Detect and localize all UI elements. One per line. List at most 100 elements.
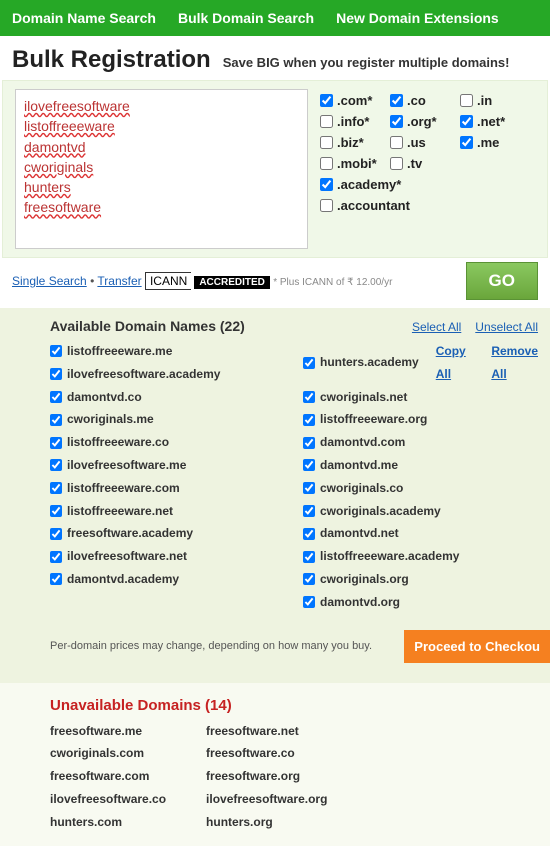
unavailable-domain: freesoftware.org (206, 765, 327, 788)
ext-com[interactable]: .com* (320, 93, 382, 108)
unavailable-domain: hunters.com (50, 811, 166, 834)
single-search-link[interactable]: Single Search (12, 274, 87, 288)
ext-checkbox[interactable] (320, 157, 333, 170)
nav-bulk-search[interactable]: Bulk Domain Search (178, 10, 314, 26)
domain-name: damontvd.net (320, 522, 399, 545)
ext-label: .accountant (337, 198, 410, 213)
domain-checkbox[interactable] (303, 573, 315, 585)
domain-checkbox[interactable] (303, 391, 315, 403)
ext-checkbox[interactable] (390, 157, 403, 170)
transfer-link[interactable]: Transfer (97, 274, 141, 288)
unavailable-domain: ilovefreesoftware.co (50, 788, 166, 811)
ext-label: .net* (477, 114, 505, 129)
ext-in[interactable]: .in (460, 93, 522, 108)
ext-checkbox[interactable] (460, 115, 473, 128)
input-domain-line: listoffreeeware (24, 116, 299, 136)
domain-name: ilovefreesoftware.me (67, 454, 186, 477)
ext-label: .org* (407, 114, 437, 129)
domain-name: ilovefreesoftware.net (67, 545, 187, 568)
domain-name: damontvd.co (67, 386, 142, 409)
domain-name: listoffreeeware.org (320, 408, 427, 431)
ext-checkbox[interactable] (320, 178, 333, 191)
domain-name: hunters.academy (320, 351, 419, 374)
domain-name: listoffreeeware.co (67, 431, 169, 454)
domain-checkbox[interactable] (303, 437, 315, 449)
available-domain: freesoftware.academy (50, 522, 285, 545)
ext-checkbox[interactable] (390, 94, 403, 107)
unavailable-domain: ilovefreesoftware.org (206, 788, 327, 811)
copy-all-link[interactable]: Copy All (436, 340, 468, 386)
ext-checkbox[interactable] (320, 199, 333, 212)
domain-checkbox[interactable] (50, 528, 62, 540)
available-domain: damontvd.me (303, 454, 538, 477)
domain-name: cworiginals.academy (320, 500, 441, 523)
domain-checkbox[interactable] (303, 414, 315, 426)
select-all-link[interactable]: Select All (412, 320, 461, 334)
go-button[interactable]: GO (466, 262, 538, 300)
domain-checkbox[interactable] (303, 505, 315, 517)
domain-checkbox[interactable] (303, 528, 315, 540)
available-domain: listoffreeeware.org (303, 408, 538, 431)
domain-checkbox[interactable] (303, 482, 315, 494)
domain-checkbox[interactable] (303, 551, 315, 563)
domains-textarea[interactable]: ilovefreesoftwarelistoffreeewaredamontvd… (15, 89, 308, 249)
domain-checkbox[interactable] (50, 437, 62, 449)
ext-checkbox[interactable] (320, 115, 333, 128)
form-footer: Single Search • Transfer ICANNACCREDITED… (0, 258, 550, 308)
domain-checkbox[interactable] (50, 414, 62, 426)
nav-new-extensions[interactable]: New Domain Extensions (336, 10, 499, 26)
available-domain: cworiginals.co (303, 477, 538, 500)
ext-me[interactable]: .me (460, 135, 522, 150)
domain-checkbox[interactable] (50, 551, 62, 563)
unavailable-domain: freesoftware.com (50, 765, 166, 788)
remove-all-link[interactable]: Remove All (491, 340, 538, 386)
domain-name: listoffreeeware.academy (320, 545, 459, 568)
ext-checkbox[interactable] (320, 94, 333, 107)
icann-badge-left: ICANN (145, 272, 191, 290)
domain-checkbox[interactable] (50, 391, 62, 403)
ext-accountant[interactable]: .accountant (320, 198, 520, 213)
domain-checkbox[interactable] (303, 357, 315, 369)
ext-co[interactable]: .co (390, 93, 452, 108)
ext-label: .mobi* (337, 156, 377, 171)
unavailable-domain: freesoftware.net (206, 720, 327, 743)
domain-checkbox[interactable] (303, 459, 315, 471)
ext-label: .com* (337, 93, 372, 108)
ext-checkbox[interactable] (390, 136, 403, 149)
page-title: Bulk Registration (12, 46, 211, 74)
ext-biz[interactable]: .biz* (320, 135, 382, 150)
domain-name: cworiginals.net (320, 386, 407, 409)
nav-domain-search[interactable]: Domain Name Search (12, 10, 156, 26)
available-domain: cworiginals.net (303, 386, 538, 409)
ext-label: .us (407, 135, 426, 150)
unavailable-title: Unavailable Domains (14) (50, 691, 538, 720)
available-domain: ilovefreesoftware.me (50, 454, 285, 477)
ext-academy[interactable]: .academy* (320, 177, 520, 192)
unselect-all-link[interactable]: Unselect All (475, 320, 538, 334)
ext-org[interactable]: .org* (390, 114, 452, 129)
ext-us[interactable]: .us (390, 135, 452, 150)
ext-mobi[interactable]: .mobi* (320, 156, 382, 171)
domain-checkbox[interactable] (50, 368, 62, 380)
domain-checkbox[interactable] (50, 459, 62, 471)
domain-checkbox[interactable] (50, 482, 62, 494)
ext-net[interactable]: .net* (460, 114, 522, 129)
available-domain: cworiginals.org (303, 568, 538, 591)
unavailable-domain: freesoftware.me (50, 720, 166, 743)
ext-label: .co (407, 93, 426, 108)
domain-name: damontvd.me (320, 454, 398, 477)
checkout-button[interactable]: Proceed to Checkou (404, 630, 550, 663)
ext-info[interactable]: .info* (320, 114, 382, 129)
input-domain-line: ilovefreesoftware (24, 96, 299, 116)
ext-checkbox[interactable] (460, 136, 473, 149)
bulk-form: ilovefreesoftwarelistoffreeewaredamontvd… (2, 80, 548, 258)
ext-checkbox[interactable] (390, 115, 403, 128)
ext-checkbox[interactable] (320, 136, 333, 149)
domain-name: damontvd.academy (67, 568, 179, 591)
domain-checkbox[interactable] (303, 596, 315, 608)
domain-checkbox[interactable] (50, 505, 62, 517)
ext-checkbox[interactable] (460, 94, 473, 107)
domain-checkbox[interactable] (50, 345, 62, 357)
domain-checkbox[interactable] (50, 573, 62, 585)
ext-tv[interactable]: .tv (390, 156, 452, 171)
